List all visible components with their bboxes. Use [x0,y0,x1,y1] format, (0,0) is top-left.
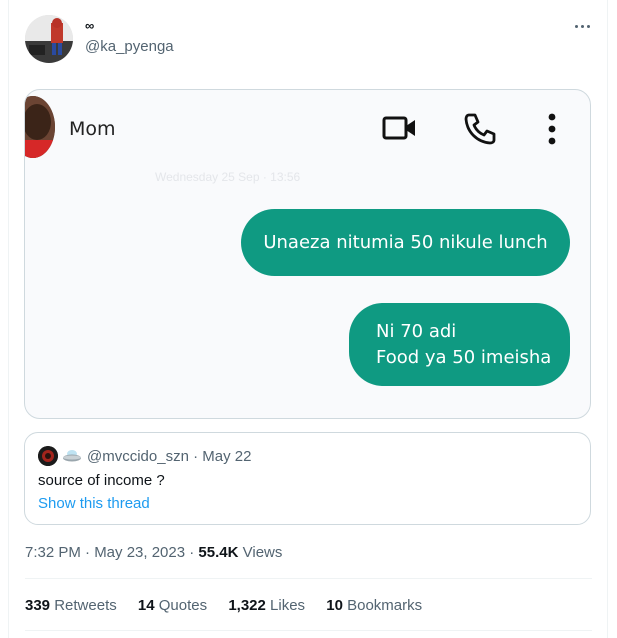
quoted-author-avatar[interactable] [38,446,58,466]
chat-message-line: Food ya 50 imeisha [376,347,552,368]
chat-message-line: Ni 70 adi [376,321,457,342]
engagement-stats: 339 Retweets 14 Quotes 1,322 Likes 10 Bo… [25,597,439,614]
bookmarks-label: Bookmarks [347,597,423,614]
phone-icon [464,113,496,145]
chat-message-text: Unaeza nitumia 50 nikule lunch [263,232,548,253]
likes-count: 1,322 [228,597,266,614]
divider [25,630,592,631]
bookmarks-stat[interactable]: 10 Bookmarks [326,597,422,614]
author-display-name[interactable]: ∞ [85,18,94,33]
bookmarks-count: 10 [326,597,343,614]
chat-date-stamp: Wednesday 25 Sep · 13:56 [155,170,301,184]
quotes-label: Quotes [158,597,208,614]
divider [25,578,592,579]
tweet-timestamp: 7:32 PM · May 23, 2023 · 55.4K Views [25,544,282,561]
likes-label: Likes [270,597,306,614]
views-count: 55.4K [198,544,239,561]
retweets-label: Retweets [54,597,117,614]
tweet-media-image[interactable]: Mom Wednesday 25 Sep · 13:56 Unaeza nitu… [24,89,591,419]
quotes-count: 14 [137,597,155,614]
chat-message-bubble: Unaeza nitumia 50 nikule lunch [241,209,570,276]
retweets-stat[interactable]: 339 Retweets [25,597,117,614]
chat-contact-avatar [25,96,55,158]
quoted-handle-text[interactable]: @mvccido_szn [87,448,189,465]
more-horizontal-icon [574,24,578,28]
quoted-author-handle[interactable]: @mvccido_szn · May 22 [87,448,251,465]
retweets-count: 339 [25,597,51,614]
tweet-time[interactable]: 7:32 PM · May 23, 2023 · [25,544,194,561]
video-call-icon [382,116,415,140]
avatar-image [25,15,73,63]
more-horizontal-icon-dot [580,24,584,28]
more-horizontal-icon-dot [586,24,590,28]
quoted-tweet-text: source of income ? [38,472,165,489]
chat-message-bubble: Ni 70 adi Food ya 50 imeisha [349,303,570,386]
flying-saucer-icon [63,450,81,462]
frame-left-border [8,0,9,638]
author-avatar[interactable] [25,15,73,63]
likes-stat[interactable]: 1,322 Likes [228,597,305,614]
show-thread-link[interactable]: Show this thread [38,495,150,512]
quotes-stat[interactable]: 14 Quotes [138,597,207,614]
quoted-separator: · [193,448,199,465]
quoted-date[interactable]: May 22 [202,448,251,465]
chat-contact-name: Mom [69,118,116,140]
more-options-button[interactable] [568,14,596,38]
author-handle[interactable]: @ka_pyenga [85,38,174,55]
frame-right-border [607,0,608,638]
views-label: Views [242,544,283,561]
quoted-tweet-card[interactable]: @mvccido_szn · May 22 source of income ?… [24,432,591,525]
more-vertical-icon [548,113,556,145]
